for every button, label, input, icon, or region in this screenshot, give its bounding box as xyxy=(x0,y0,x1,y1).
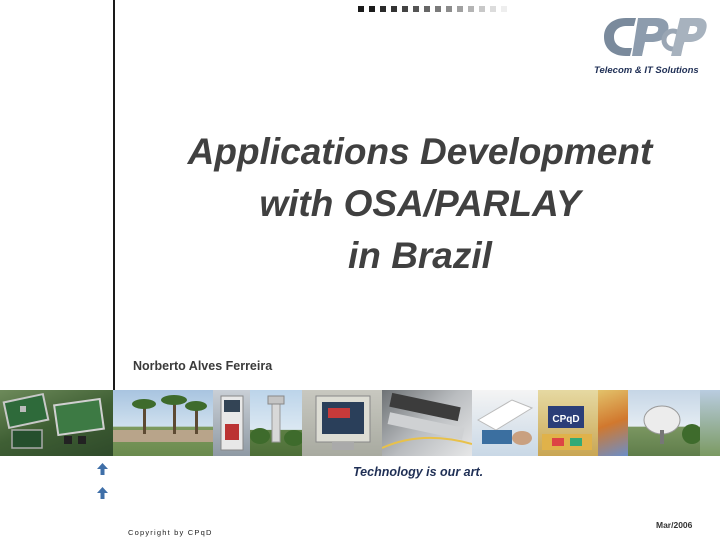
header-dot xyxy=(402,6,408,12)
computer-monitor-photo xyxy=(302,390,382,456)
photo-strip: CPqD xyxy=(0,390,720,456)
kiosk-terminal-photo xyxy=(213,390,250,456)
satellite-dish-photo xyxy=(628,390,700,456)
optical-fiber-equipment-photo xyxy=(382,390,472,456)
header-dot xyxy=(501,6,507,12)
header-dot xyxy=(468,6,474,12)
up-arrow-icon[interactable] xyxy=(97,487,108,499)
colorful-cards-photo xyxy=(598,390,628,456)
svg-text:CPqD: CPqD xyxy=(552,414,579,425)
slide-title: Applications Development with OSA/PARLAY… xyxy=(150,126,690,282)
tagline: Technology is our art. xyxy=(353,465,484,479)
header-dot xyxy=(435,6,441,12)
copyright-notice: Copyright by CPqD xyxy=(128,528,213,537)
circuit-board-photo xyxy=(0,390,113,456)
cpqd-building-sign-photo: CPqD xyxy=(538,390,598,456)
vertical-divider-line xyxy=(113,0,115,390)
header-dot xyxy=(369,6,375,12)
title-line-2: with OSA/PARLAY xyxy=(259,183,581,224)
antenna-dish-photo xyxy=(700,390,720,456)
logo-subtitle: Telecom & IT Solutions xyxy=(594,65,699,76)
header-dot-gradient xyxy=(358,6,507,12)
lab-hands-photo xyxy=(472,390,538,456)
header-dot xyxy=(380,6,386,12)
presentation-date: Mar/2006 xyxy=(656,520,693,530)
header-dot xyxy=(446,6,452,12)
title-line-1: Applications Development xyxy=(187,131,653,172)
header-dot xyxy=(424,6,430,12)
author-name: Norberto Alves Ferreira xyxy=(133,359,273,373)
header-dot xyxy=(457,6,463,12)
header-dot xyxy=(479,6,485,12)
header-dot xyxy=(490,6,496,12)
up-arrow-icon[interactable] xyxy=(97,463,108,475)
header-dot xyxy=(413,6,419,12)
cpqd-logo xyxy=(604,18,707,56)
communication-tower-photo xyxy=(250,390,302,456)
header-dot xyxy=(391,6,397,12)
header-dot xyxy=(358,6,364,12)
title-line-3: in Brazil xyxy=(348,235,492,276)
campus-palm-trees-photo xyxy=(113,390,213,456)
